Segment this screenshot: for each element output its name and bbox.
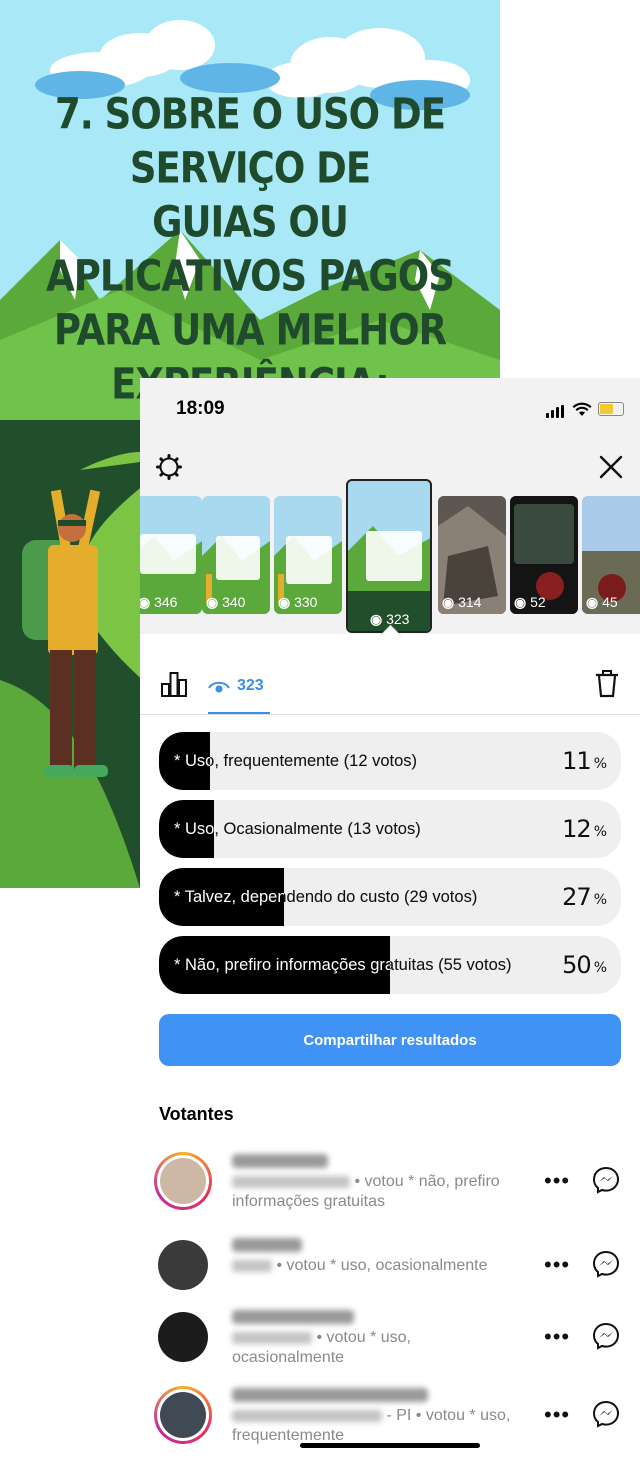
eye-icon xyxy=(208,681,230,693)
avatar[interactable] xyxy=(154,1152,212,1210)
view-count: ◉ 346 xyxy=(140,594,178,610)
voter-row[interactable]: • votou * não, prefiro informações gratu… xyxy=(154,1152,634,1216)
poll-option-label: * Uso, frequentemente (12 votos) xyxy=(174,752,418,770)
settings-gear-icon[interactable] xyxy=(156,454,182,480)
messenger-icon[interactable] xyxy=(592,1400,620,1428)
messenger-icon[interactable] xyxy=(592,1322,620,1350)
voter-vote: • votou * uso, ocasionalmente xyxy=(232,1256,522,1276)
poll-option: * Uso, frequentemente (12 votos) 11% xyxy=(159,732,621,790)
poster-title-line: 7. SOBRE O USO DE SERVIÇO DE xyxy=(55,89,446,193)
status-bar: 18:09 xyxy=(140,378,640,438)
poll-option-label: * Uso, Ocasionalmente (13 votos) xyxy=(174,820,421,838)
more-options-button[interactable]: ••• xyxy=(544,1402,570,1428)
home-indicator xyxy=(300,1443,480,1448)
story-thumbnail[interactable]: ◉ 314 xyxy=(438,496,506,614)
poll-option: * Não, prefiro informações gratuitas (55… xyxy=(159,936,621,994)
voters-title: Votantes xyxy=(159,1104,234,1124)
messenger-icon[interactable] xyxy=(592,1166,620,1194)
voter-username-redacted xyxy=(232,1154,328,1168)
status-time: 18:09 xyxy=(176,398,225,419)
poll-option-percent: 50% xyxy=(562,951,607,979)
poster-title: 7. SOBRE O USO DE SERVIÇO DE GUIAS OU AP… xyxy=(20,87,480,411)
instagram-story-results-screen: 18:09 ◉ 346 ◉ 340 ◉ 330 ◉ 323 ◉ 314 ◉ 52… xyxy=(140,378,640,1461)
story-thumbnail[interactable]: ◉ 340 xyxy=(202,496,270,614)
wifi-icon xyxy=(572,402,592,416)
poster-title-line: PARA UMA MELHOR xyxy=(53,305,447,355)
results-tabs: 323 xyxy=(140,640,640,715)
messenger-icon[interactable] xyxy=(592,1250,620,1278)
voter-row[interactable]: • votou * uso, ocasionalmente ••• xyxy=(154,1236,634,1300)
voter-row[interactable]: - PI • votou * uso, frequentemente ••• xyxy=(154,1386,634,1450)
share-results-button[interactable]: Compartilhar resultados xyxy=(159,1014,621,1066)
voter-username-redacted xyxy=(232,1238,302,1252)
poll-option-label: * Não, prefiro informações gratuitas (55… xyxy=(174,956,512,974)
view-count: ◉ 45 xyxy=(586,594,618,610)
voter-row[interactable]: • votou * uso, ocasionalmente ••• xyxy=(154,1308,634,1372)
avatar[interactable] xyxy=(154,1236,212,1294)
voter-vote: - PI • votou * uso, frequentemente xyxy=(232,1407,511,1444)
voter-username-redacted xyxy=(232,1310,354,1324)
bar-chart-icon[interactable] xyxy=(160,670,188,698)
poster-title-line: GUIAS OU APLICATIVOS PAGOS xyxy=(46,197,455,301)
story-thumbnail[interactable]: ◉ 346 xyxy=(140,496,202,614)
avatar[interactable] xyxy=(154,1308,212,1366)
view-count: ◉ 340 xyxy=(206,594,246,610)
story-thumbnail-selected[interactable]: ◉ 323 xyxy=(346,479,432,633)
view-count: ◉ 52 xyxy=(514,594,546,610)
poll-option-percent: 12% xyxy=(562,815,607,843)
more-options-button[interactable]: ••• xyxy=(544,1252,570,1278)
voter-username-redacted xyxy=(232,1388,428,1402)
story-thumbnail[interactable]: ◉ 330 xyxy=(274,496,342,614)
poll-option: * Talvez, dependendo do custo (29 votos)… xyxy=(159,868,621,926)
close-icon[interactable] xyxy=(596,452,626,482)
view-count: ◉ 330 xyxy=(278,594,318,610)
battery-icon xyxy=(598,402,624,416)
story-thumbnail[interactable]: ◉ 52 xyxy=(510,496,578,614)
poll-option-label: * Talvez, dependendo do custo (29 votos) xyxy=(174,888,478,906)
more-options-button[interactable]: ••• xyxy=(544,1168,570,1194)
view-count: ◉ 314 xyxy=(442,594,482,610)
more-options-button[interactable]: ••• xyxy=(544,1324,570,1350)
poll-option-percent: 11% xyxy=(562,747,607,775)
voter-vote: • votou * não, prefiro informações gratu… xyxy=(232,1173,500,1210)
views-count: 323 xyxy=(237,677,264,694)
avatar[interactable] xyxy=(154,1386,212,1444)
tab-views[interactable]: 323 xyxy=(208,668,270,714)
poll-option: * Uso, Ocasionalmente (13 votos) 12% xyxy=(159,800,621,858)
voter-vote: • votou * uso, ocasionalmente xyxy=(232,1329,411,1366)
cellular-signal-icon xyxy=(546,400,566,418)
trash-icon[interactable] xyxy=(594,670,620,698)
poll-option-percent: 27% xyxy=(562,883,607,911)
story-thumbnail[interactable]: ◉ 45 xyxy=(582,496,640,614)
